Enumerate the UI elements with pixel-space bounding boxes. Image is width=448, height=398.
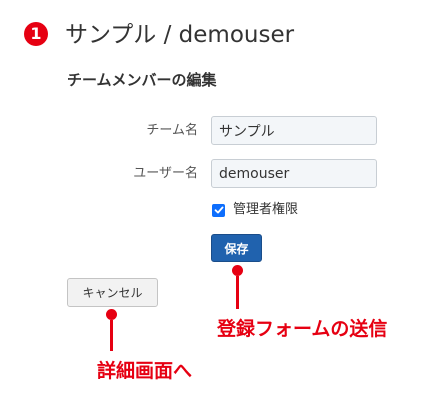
cancel-callout-text: 詳細画面へ	[97, 360, 193, 382]
admin-checkbox-label: 管理者権限	[233, 202, 299, 217]
team-name-input[interactable]	[211, 116, 377, 145]
save-callout-dot	[232, 265, 243, 276]
section-title: チームメンバーの編集	[67, 71, 217, 89]
admin-checkbox-row[interactable]: 管理者権限	[212, 202, 298, 218]
cancel-button[interactable]: キャンセル	[67, 278, 158, 307]
cancel-callout-dot	[106, 309, 117, 320]
checkmark-icon	[214, 206, 223, 214]
admin-checkbox[interactable]	[212, 203, 225, 217]
page-title: サンプル / demouser	[65, 22, 295, 48]
cancel-callout-line	[110, 320, 113, 351]
save-button[interactable]: 保存	[211, 234, 262, 262]
team-name-label: チーム名	[146, 123, 198, 138]
save-callout-line	[236, 276, 239, 309]
save-callout-text: 登録フォームの送信	[217, 318, 388, 340]
user-name-label: ユーザー名	[133, 166, 198, 181]
user-name-input[interactable]	[211, 159, 377, 188]
step-number-badge: 1	[24, 22, 48, 46]
